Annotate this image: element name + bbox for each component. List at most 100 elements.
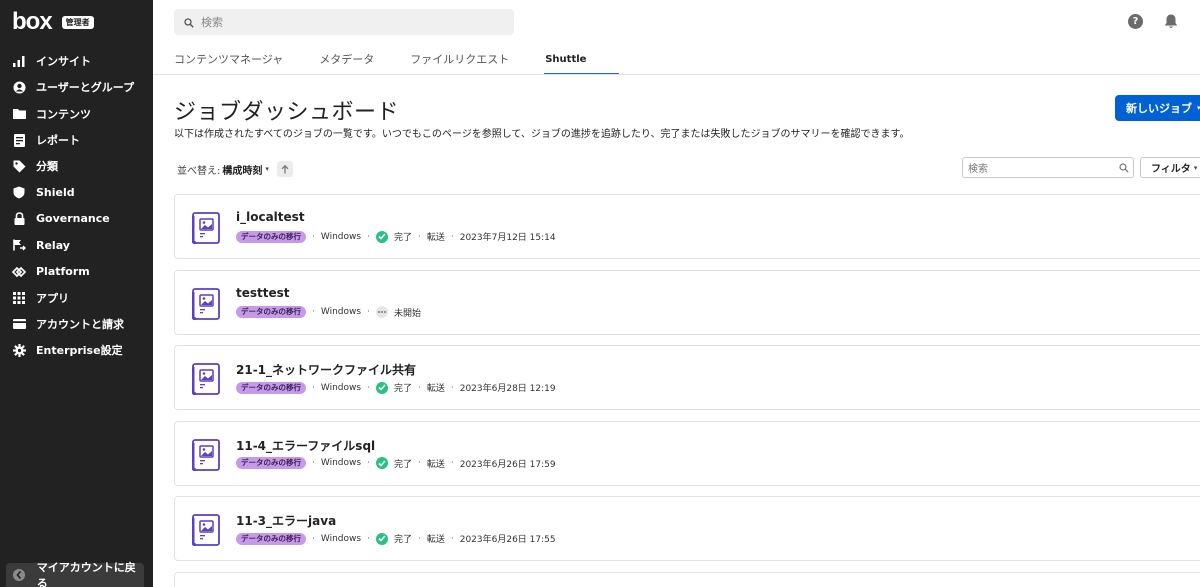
separator: · — [417, 382, 421, 393]
sort-direction-button[interactable] — [276, 161, 293, 177]
job-name[interactable]: 11-4_エラーファイルsql — [236, 437, 375, 454]
separator: · — [417, 533, 421, 544]
sidebar-item-9[interactable]: アプリ — [0, 285, 153, 311]
job-type-tag: データのみの移行 — [236, 230, 306, 243]
job-status: 完了 — [393, 459, 412, 470]
sidebar-item-label: Enterprise設定 — [36, 344, 123, 358]
job-status: 完了 — [393, 535, 412, 545]
separator: · — [367, 382, 370, 393]
job-meta: データのみの移行 · Windows · 完了 · 転送 · 2023年7月12日 15:14 — [236, 230, 556, 243]
job-card[interactable]: 21-1_ネットワークファイル共有 データのみの移行 · Windows · 完了 · 転送 ·… — [174, 345, 1200, 410]
job-action: 転送 — [426, 535, 445, 545]
sidebar-item-label: Platform — [36, 265, 90, 279]
sidebar-item-1[interactable]: ユーザーとグループ — [0, 74, 153, 100]
help-icon[interactable]: ? — [1128, 14, 1143, 29]
separator: · — [367, 307, 370, 317]
filter-button[interactable]: フィルタ ▾ — [1140, 157, 1200, 178]
new-job-button[interactable]: 新しいジョブ ▾ — [1115, 95, 1200, 121]
job-name[interactable]: i_localtest — [236, 210, 305, 224]
separator: · — [450, 533, 454, 544]
job-platform: Windows — [320, 458, 362, 468]
sidebar-item-10[interactable]: アカウントと請求 — [0, 311, 153, 337]
job-platform: Windows — [320, 231, 362, 242]
separator: · — [312, 382, 315, 393]
separator: · — [312, 458, 315, 468]
sort-control: 並べ替え: 構成時刻 ▾ — [177, 161, 293, 177]
check-circle-icon — [375, 457, 388, 469]
tab-0[interactable]: コンテンツマネージャ — [174, 50, 283, 75]
logo-row: box 管理者 — [12, 10, 94, 34]
pending-dots-icon — [375, 306, 388, 318]
sidebar-item-7[interactable]: Relay — [0, 232, 153, 258]
job-status: 未開始 — [393, 308, 421, 319]
job-name[interactable]: 11-3_エラーjava — [236, 512, 336, 529]
job-status: 完了 — [393, 384, 412, 394]
box-logo[interactable]: box — [12, 10, 53, 34]
chevron-left-icon — [13, 569, 25, 581]
sidebar: box 管理者 インサイト ユーザーとグループ コンテンツレポート分類 Shield G… — [0, 0, 153, 587]
job-platform: Windows — [320, 307, 362, 317]
job-platform: Windows — [320, 533, 362, 544]
job-name[interactable]: 21-1_ネットワークファイル共有 — [236, 361, 416, 378]
user-circle-icon — [12, 80, 26, 94]
bar-chart-icon — [12, 54, 26, 68]
sidebar-item-11[interactable]: Enterprise設定 — [0, 337, 153, 363]
sidebar-item-label: レポート — [36, 134, 80, 148]
sidebar-item-3[interactable]: レポート — [0, 127, 153, 153]
sidebar-item-8[interactable]: Platform — [0, 258, 153, 284]
migration-file-icon — [191, 212, 220, 245]
sidebar-item-label: 分類 — [36, 160, 58, 174]
filter-label: フィルタ — [1151, 164, 1191, 175]
job-search-placeholder: 検索 — [968, 164, 988, 175]
caret-down-icon[interactable]: ▾ — [265, 165, 269, 173]
job-status: 完了 — [393, 233, 412, 243]
job-card[interactable]: 11-4_エラーファイルsql データのみの移行 · Windows · 完了 · 転送 · 20… — [174, 420, 1200, 486]
tab-1[interactable]: メタデータ — [319, 50, 374, 75]
migration-file-icon — [191, 438, 220, 471]
admin-badge: 管理者 — [61, 15, 94, 29]
tab-bar: コンテンツマネージャ メタデータ ファイルリクエスト Shuttle — [174, 50, 622, 75]
bell-icon[interactable] — [1163, 13, 1179, 30]
report-icon — [12, 133, 26, 147]
sidebar-item-6[interactable]: Governance — [0, 206, 153, 232]
migration-file-icon — [191, 514, 220, 547]
job-name[interactable]: testtest — [236, 286, 290, 300]
caret-down-icon: ▾ — [1193, 163, 1198, 172]
new-job-label: 新しいジョブ — [1126, 102, 1192, 115]
separator: · — [312, 533, 315, 544]
job-timestamp: 2023年6月26日 17:55 — [459, 535, 556, 545]
job-meta: データのみの移行 · Windows · 完了 · 転送 · 2023年6月28日 12:19 — [236, 381, 556, 394]
separator: · — [367, 458, 370, 468]
job-card[interactable]: i_localtest データのみの移行 · Windows · 完了 · 転送 · 2023年7… — [174, 194, 1200, 259]
shield-icon — [12, 186, 26, 200]
sidebar-nav: インサイト ユーザーとグループ コンテンツレポート分類 Shield Governanc… — [0, 48, 153, 364]
separator: · — [450, 231, 454, 242]
job-action: 転送 — [426, 384, 445, 394]
sidebar-item-2[interactable]: コンテンツ — [0, 101, 153, 127]
sidebar-item-0[interactable]: インサイト — [0, 48, 153, 74]
job-card[interactable]: 11-3_エラーjava データのみの移行 · Windows · 完了 · 転送 · 2023年… — [174, 496, 1200, 561]
job-list: i_localtest データのみの移行 · Windows · 完了 · 転送 · 2023年7… — [174, 194, 1200, 587]
separator: · — [312, 307, 315, 317]
global-search-placeholder: 検索 — [201, 16, 223, 29]
migration-file-icon — [191, 287, 220, 320]
job-platform: Windows — [320, 382, 362, 393]
job-meta: データのみの移行 · Windows · 未開始 — [236, 306, 421, 319]
job-action: 転送 — [426, 459, 445, 470]
relay-icon — [12, 238, 26, 252]
job-meta: データのみの移行 · Windows · 完了 · 転送 · 2023年6月26日 17:59 — [236, 457, 556, 470]
sort-dropdown[interactable]: 構成時刻 — [222, 162, 262, 177]
job-action: 転送 — [426, 233, 445, 243]
back-to-account-button[interactable]: マイアカウントに戻る — [6, 561, 144, 587]
grid-icon — [12, 291, 26, 305]
sidebar-item-4[interactable]: 分類 — [0, 153, 153, 179]
folder-icon — [12, 107, 26, 121]
job-card[interactable]: testtest データのみの移行 · Windows · 未開始 — [174, 269, 1200, 335]
sidebar-item-5[interactable]: Shield — [0, 179, 153, 205]
job-card[interactable] — [174, 571, 1200, 587]
tab-3[interactable]: Shuttle — [544, 50, 620, 75]
tab-2[interactable]: ファイルリクエスト — [410, 50, 509, 75]
page-description: 以下は作成されたすべてのジョブの一覧です。いつでもこのページを参照して、ジョブの… — [174, 129, 910, 140]
job-search-input[interactable]: 検索 — [962, 157, 1134, 178]
global-search-input[interactable]: 検索 — [174, 9, 514, 35]
